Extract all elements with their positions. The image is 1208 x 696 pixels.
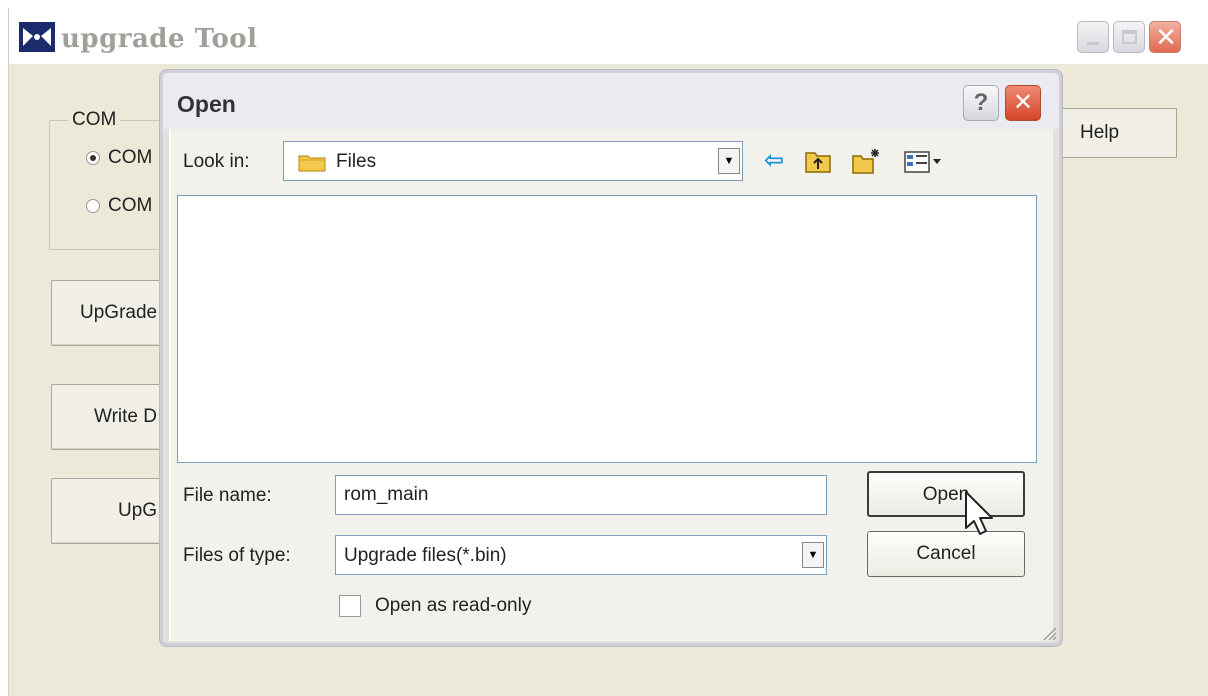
read-only-label: Open as read-only bbox=[375, 595, 532, 616]
view-menu-icon[interactable] bbox=[903, 147, 943, 175]
maximize-icon bbox=[1122, 30, 1137, 44]
dialog-help-button[interactable]: ? bbox=[963, 85, 999, 121]
mouse-pointer-icon bbox=[965, 491, 993, 535]
files-of-type-dropdown[interactable]: Upgrade files(*.bin) ▼ bbox=[335, 535, 827, 575]
minimize-button[interactable] bbox=[1077, 21, 1109, 53]
radio-checked-icon bbox=[86, 151, 100, 165]
com-radio-1-label: COM bbox=[108, 147, 153, 168]
com-radio-1[interactable]: COM bbox=[86, 147, 152, 169]
file-name-label: File name: bbox=[183, 485, 272, 506]
look-in-label: Look in: bbox=[183, 151, 250, 172]
chevron-down-icon[interactable]: ▼ bbox=[718, 148, 740, 174]
read-only-checkbox[interactable] bbox=[339, 595, 361, 617]
files-of-type-label: Files of type: bbox=[183, 545, 291, 566]
dialog-close-button[interactable]: ✕ bbox=[1005, 85, 1041, 121]
close-icon: ✕ bbox=[1155, 22, 1177, 52]
minimize-icon bbox=[1087, 42, 1099, 45]
back-arrow-icon[interactable]: ⇦ bbox=[759, 147, 789, 175]
chevron-down-icon[interactable]: ▼ bbox=[802, 542, 824, 568]
help-button[interactable]: Help bbox=[1059, 108, 1177, 158]
dialog-titlebar: Open ? ✕ bbox=[163, 73, 1059, 129]
com-radio-2[interactable]: COM bbox=[86, 195, 152, 217]
up-folder-icon[interactable] bbox=[803, 147, 833, 175]
main-titlebar: upgrade Tool ✕ bbox=[9, 8, 1208, 64]
folder-icon bbox=[298, 155, 326, 172]
close-window-button[interactable]: ✕ bbox=[1149, 21, 1181, 53]
files-of-type-value: Upgrade files(*.bin) bbox=[344, 545, 507, 566]
look-in-value: Files bbox=[336, 151, 377, 172]
resize-grip-icon[interactable] bbox=[1039, 623, 1057, 641]
read-only-checkbox-row[interactable]: Open as read-only bbox=[339, 595, 531, 617]
radio-unchecked-icon bbox=[86, 199, 100, 213]
dialog-title: Open bbox=[177, 91, 236, 117]
file-name-input[interactable] bbox=[335, 475, 827, 515]
maximize-button[interactable] bbox=[1113, 21, 1145, 53]
new-folder-icon[interactable] bbox=[851, 147, 881, 175]
look-in-dropdown[interactable]: Files ▼ bbox=[283, 141, 743, 181]
file-list-area[interactable] bbox=[177, 195, 1037, 463]
open-dialog: Open ? ✕ Look in: Files ▼ ⇦ File name: F… bbox=[160, 70, 1062, 646]
com-radio-2-label: COM bbox=[108, 195, 153, 216]
com-group-legend: COM bbox=[68, 109, 121, 131]
main-window-title: upgrade Tool bbox=[61, 24, 258, 54]
app-logo-icon bbox=[19, 22, 55, 52]
